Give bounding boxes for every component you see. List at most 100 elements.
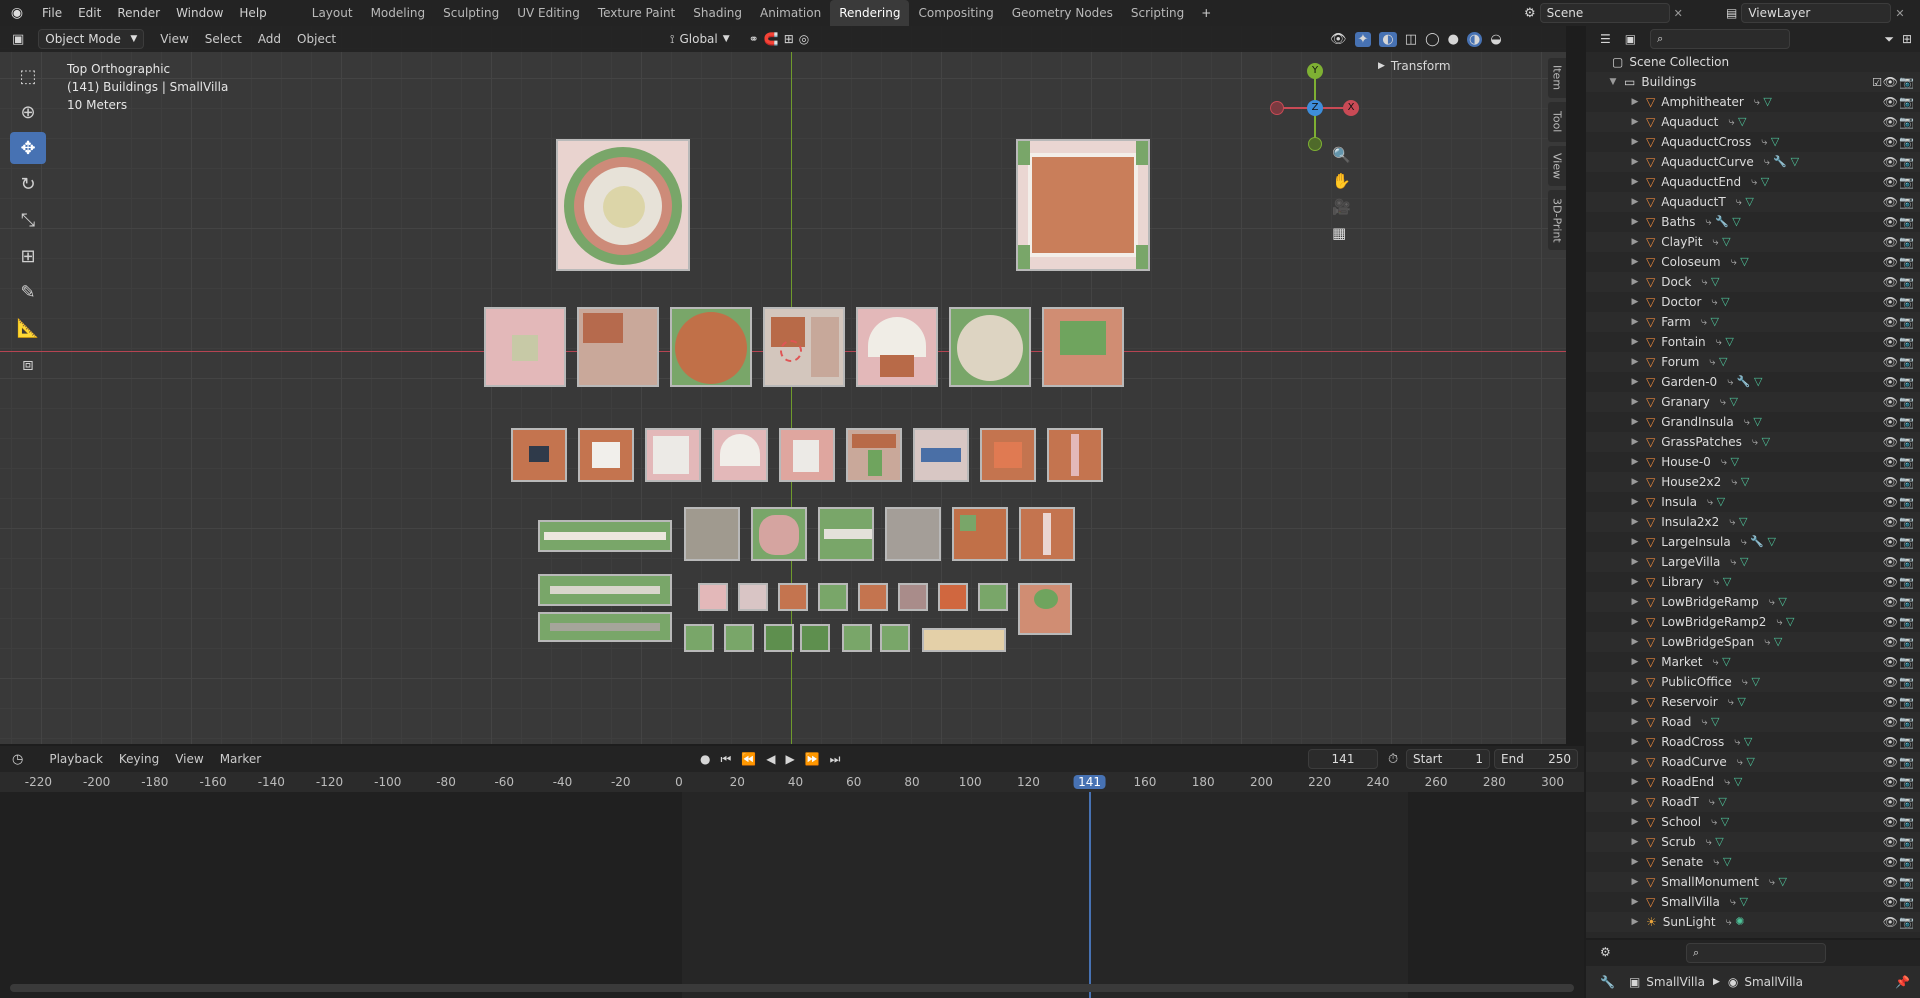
light-data-icon[interactable]: ✺ — [1732, 915, 1744, 928]
camera-icon[interactable]: 📷 — [1899, 155, 1914, 169]
camera-icon[interactable]: 📷 — [1899, 835, 1914, 849]
tab-animation[interactable]: Animation — [751, 0, 830, 26]
add-workspace-button[interactable]: + — [1193, 0, 1219, 26]
building-model[interactable] — [1018, 583, 1072, 635]
mesh-data-icon[interactable]: ▽ — [1729, 215, 1740, 228]
building-model[interactable] — [751, 507, 807, 561]
filter-icon[interactable]: ⏷ — [1884, 32, 1894, 47]
mesh-data-icon[interactable]: ▽ — [1775, 875, 1787, 888]
scene-collection-row[interactable]: ▢ Scene Collection — [1586, 52, 1920, 72]
expand-icon[interactable]: ▶ — [1630, 617, 1640, 627]
building-model[interactable] — [952, 507, 1008, 561]
visibility-icon[interactable]: 👁 — [1330, 32, 1347, 47]
3d-viewport[interactable]: Top Orthographic (141) Buildings | Small… — [0, 26, 1566, 744]
gizmo-neg-y-axis[interactable] — [1308, 137, 1322, 151]
outliner-item[interactable]: ▶ ▽ Insula ⤷ ▽ 👁 📷 — [1586, 492, 1920, 512]
eye-icon[interactable]: 👁 — [1883, 675, 1898, 689]
viewport-menu-object[interactable]: Object — [289, 32, 344, 46]
properties-search-input[interactable]: ⌕ — [1686, 943, 1826, 963]
expand-icon[interactable]: ▶ — [1630, 597, 1640, 607]
building-model[interactable] — [1042, 307, 1124, 387]
building-model[interactable] — [698, 583, 728, 611]
tab-shading[interactable]: Shading — [684, 0, 751, 26]
bridge-model[interactable] — [922, 628, 1006, 652]
mesh-data-icon[interactable]: ▽ — [1737, 475, 1749, 488]
building-model[interactable] — [949, 307, 1031, 387]
breadcrumb-object[interactable]: SmallVilla — [1646, 975, 1705, 989]
outliner-item[interactable]: ▶ ☀ SunLight ⤷ ✺ 👁 📷 — [1586, 912, 1920, 932]
camera-icon[interactable]: 📷 — [1899, 855, 1914, 869]
outliner-item[interactable]: ▶ ▽ Farm ⤷ ▽ 👁 📷 — [1586, 312, 1920, 332]
mesh-data-icon[interactable]: ▽ — [1775, 595, 1786, 608]
view-layer-icon[interactable]: ▤ — [1726, 6, 1737, 20]
building-model[interactable] — [913, 428, 969, 482]
camera-icon[interactable]: 📷 — [1899, 735, 1914, 749]
mesh-data-icon[interactable]: ▽ — [1708, 715, 1719, 728]
tab-scripting[interactable]: Scripting — [1122, 0, 1193, 26]
outliner-item[interactable]: ▶ ▽ Senate ⤷ ▽ 👁 📷 — [1586, 852, 1920, 872]
eye-icon[interactable]: 👁 — [1883, 535, 1898, 549]
outliner-item[interactable]: ▶ ▽ LargeInsula ⤷ 🔧 ▽ 👁 📷 — [1586, 532, 1920, 552]
outliner-item[interactable]: ▶ ▽ House2x2 ⤷ ▽ 👁 📷 — [1586, 472, 1920, 492]
clock-icon[interactable]: ⏱ — [1388, 752, 1398, 767]
mesh-data-icon[interactable]: ▽ — [1740, 735, 1752, 748]
building-model[interactable] — [577, 307, 659, 387]
road-model[interactable] — [538, 612, 672, 642]
expand-icon[interactable]: ▶ — [1630, 137, 1640, 147]
tab-compositing[interactable]: Compositing — [909, 0, 1002, 26]
building-model[interactable] — [978, 583, 1008, 611]
building-model[interactable] — [1019, 507, 1075, 561]
building-model[interactable] — [858, 583, 888, 611]
building-model[interactable] — [898, 583, 928, 611]
camera-icon[interactable]: 📷 — [1899, 615, 1914, 629]
expand-icon[interactable]: ▶ — [1630, 437, 1640, 447]
eye-icon[interactable]: 👁 — [1883, 155, 1898, 169]
eye-icon[interactable]: 👁 — [1883, 655, 1898, 669]
overlay-toggle-icon[interactable]: ◐ — [1379, 31, 1397, 47]
eye-icon[interactable]: 👁 — [1883, 835, 1898, 849]
mesh-data-icon[interactable]: ▽ — [1719, 235, 1730, 248]
camera-icon[interactable]: 📷 — [1899, 655, 1914, 669]
building-model[interactable] — [856, 307, 938, 387]
expand-icon[interactable]: ▶ — [1630, 357, 1640, 367]
building-model[interactable] — [511, 428, 567, 482]
eye-icon[interactable]: 👁 — [1883, 195, 1898, 209]
expand-icon[interactable]: ▶ — [1630, 677, 1640, 687]
camera-icon[interactable]: 📷 — [1899, 675, 1914, 689]
mesh-data-icon[interactable]: ▽ — [1715, 355, 1727, 368]
mesh-data-icon[interactable]: ▽ — [1758, 435, 1770, 448]
building-model[interactable] — [1047, 428, 1103, 482]
eye-icon[interactable]: 👁 — [1883, 315, 1898, 329]
eye-icon[interactable]: 👁 — [1883, 595, 1898, 609]
mesh-data-icon[interactable]: ▽ — [1730, 775, 1742, 788]
eye-icon[interactable]: 👁 — [1883, 95, 1898, 109]
expand-icon[interactable]: ▶ — [1630, 577, 1640, 587]
mesh-data-icon[interactable]: ▽ — [1727, 455, 1738, 468]
building-model[interactable] — [818, 583, 848, 611]
outliner-item[interactable]: ▶ ▽ LargeVilla ⤷ ▽ 👁 📷 — [1586, 552, 1920, 572]
outliner-item[interactable]: ▶ ▽ AquaductEnd ⤷ ▽ 👁 📷 — [1586, 172, 1920, 192]
camera-icon[interactable]: 📷 — [1899, 795, 1914, 809]
tab-3d-print[interactable]: 3D-Print — [1548, 190, 1566, 250]
outliner-item[interactable]: ▶ ▽ AquaductCurve ⤷ 🔧 ▽ 👁 📷 — [1586, 152, 1920, 172]
outliner-item[interactable]: ▶ ▽ RoadCurve ⤷ ▽ 👁 📷 — [1586, 752, 1920, 772]
camera-icon[interactable]: 📷 — [1899, 395, 1914, 409]
outliner-item[interactable]: ▶ ▽ Insula2x2 ⤷ ▽ 👁 📷 — [1586, 512, 1920, 532]
outliner-item[interactable]: ▶ ▽ GrassPatches ⤷ ▽ 👁 📷 — [1586, 432, 1920, 452]
expand-icon[interactable]: ▶ — [1630, 857, 1640, 867]
tab-sculpting[interactable]: Sculpting — [434, 0, 508, 26]
outliner-item[interactable]: ▶ ▽ Library ⤷ ▽ 👁 📷 — [1586, 572, 1920, 592]
expand-icon[interactable]: ▶ — [1630, 97, 1640, 107]
expand-icon[interactable]: ▶ — [1630, 737, 1640, 747]
orientation-selector[interactable]: Global — [679, 32, 717, 46]
outliner-search-input[interactable]: ⌕ — [1650, 29, 1791, 49]
expand-icon[interactable]: ▶ — [1630, 397, 1640, 407]
camera-view-icon[interactable]: 🎥 — [1332, 198, 1351, 216]
building-model[interactable] — [779, 428, 835, 482]
mesh-data-icon[interactable]: ▽ — [1750, 415, 1761, 428]
eye-icon[interactable]: 👁 — [1883, 455, 1898, 469]
timeline-body[interactable] — [0, 792, 1584, 998]
jump-keyframe-forward-icon[interactable]: ⏩ — [805, 752, 820, 766]
expand-icon[interactable]: ▶ — [1630, 217, 1640, 227]
expand-icon[interactable]: ▶ — [1630, 777, 1640, 787]
